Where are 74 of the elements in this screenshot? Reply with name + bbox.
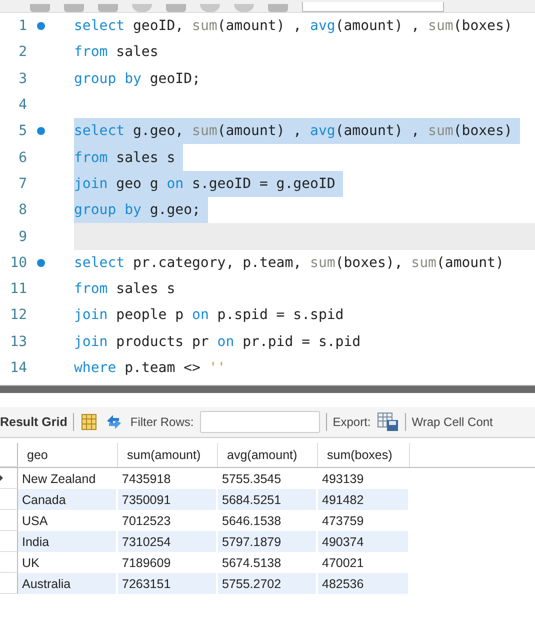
column-header[interactable]: geo — [18, 443, 118, 468]
code-line: from sales — [74, 43, 160, 62]
code-line: from sales s — [74, 280, 176, 300]
code-line: select pr.category, p.team, sum(boxes), sum(amount) — [74, 254, 505, 273]
table-cell: 7310254 — [118, 531, 218, 552]
line-number: 11 — [9, 281, 27, 298]
limit-dropdown[interactable] — [302, 2, 444, 12]
statement-dot-icon — [37, 258, 45, 267]
table-cell-text: 7435918 — [121, 470, 172, 488]
line-number: 8 — [18, 202, 27, 218]
column-header[interactable]: sum(boxes) — [318, 443, 410, 468]
table-cell-text: 470021 — [321, 554, 365, 572]
table-cell: Australia — [18, 573, 118, 594]
toolbar-icon[interactable] — [132, 4, 152, 12]
toolbar-icon[interactable] — [268, 4, 288, 12]
line-number: 13 — [9, 334, 27, 350]
column-header[interactable]: sum(amount) — [118, 443, 218, 468]
table-cell: India — [18, 531, 118, 552]
table-cell-text: UK — [21, 554, 40, 572]
statement-dot-icon — [37, 22, 45, 30]
current-row-marker-icon — [0, 475, 3, 482]
code-line: group by geoID; — [74, 70, 202, 89]
filter-rows-label: Filter Rows: — [130, 415, 194, 430]
table-cell-text: 7012523 — [121, 512, 172, 530]
toolbar-icon[interactable] — [64, 4, 84, 12]
line-number: 1 — [18, 18, 27, 34]
line-number: 3 — [18, 70, 27, 87]
grid-icon[interactable] — [80, 413, 98, 432]
line-number: 10 — [9, 254, 27, 271]
table-cell: 482536 — [318, 573, 410, 594]
toolbar-icon[interactable] — [200, 4, 220, 12]
table-cell-text: USA — [21, 512, 49, 530]
wrap-cell-content-label[interactable]: Wrap Cell Cont — [412, 415, 493, 430]
scrollbar[interactable] — [0, 385, 535, 394]
table-cell: 5684.5251 — [218, 489, 318, 510]
column-header[interactable]: avg(amount) — [218, 443, 318, 468]
table-cell-text: 5674.5138 — [221, 554, 282, 572]
line-number: 7 — [18, 176, 27, 192]
line-number: 4 — [18, 97, 27, 114]
toolbar-icon[interactable] — [166, 4, 186, 12]
table-cell: Canada — [18, 489, 118, 510]
row-header[interactable] — [0, 552, 18, 574]
export-label: Export: — [332, 415, 371, 430]
table-cell-text: 7189609 — [121, 554, 172, 572]
line-number: 2 — [18, 44, 27, 60]
toolbar-icon[interactable] — [234, 4, 254, 12]
table-cell: 7263151 — [118, 573, 218, 594]
line-number: 5 — [18, 123, 27, 140]
table-cell-text: 473759 — [321, 512, 365, 530]
table-cell: 7350091 — [118, 489, 218, 510]
result-grid-label: Result Grid — [0, 415, 68, 430]
table-cell: 5755.2702 — [218, 573, 318, 594]
line-number: 14 — [9, 360, 27, 376]
code-line: join people p on p.spid = s.spid — [74, 306, 345, 326]
table-cell: 490374 — [318, 531, 410, 552]
table-cell-text: 5755.3545 — [221, 470, 282, 488]
statement-dot-icon — [37, 127, 45, 136]
table-cell-text: New Zealand — [21, 470, 97, 488]
table-cell: 491482 — [318, 489, 410, 510]
export-icon[interactable] — [376, 412, 399, 432]
line-number: 6 — [18, 150, 27, 166]
table-cell: 5797.1879 — [218, 531, 318, 552]
row-header[interactable] — [0, 510, 18, 532]
table-cell-text: 5646.1538 — [221, 512, 282, 530]
toolbar-icon[interactable] — [30, 4, 50, 12]
code-line: select geoID, sum(amount) , avg(amount) , sum(boxes) — [74, 17, 514, 36]
toolbar-icon[interactable] — [98, 4, 118, 12]
code-line: join products pr on pr.pid = s.pid — [74, 332, 362, 352]
code-line: where p.team <> '' — [74, 359, 227, 378]
line-number: 9 — [18, 228, 27, 245]
line-number: 12 — [9, 307, 27, 324]
table-cell-text: 493139 — [321, 470, 365, 488]
row-header[interactable] — [0, 468, 18, 490]
filter-field[interactable] — [200, 411, 320, 434]
